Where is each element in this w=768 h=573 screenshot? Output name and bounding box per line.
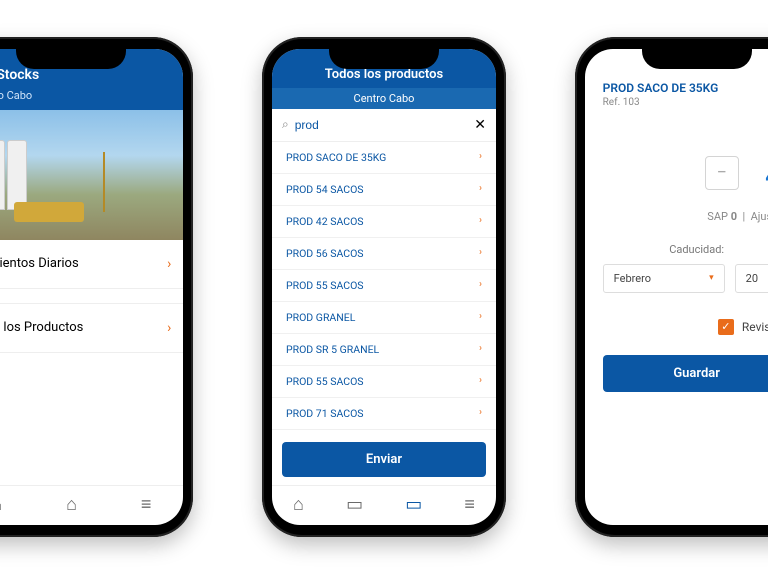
chevron-right-icon: ›: [479, 215, 482, 228]
search-bar: ⌕ ✕: [272, 109, 496, 142]
chevron-right-icon: ›: [479, 183, 482, 196]
clear-icon[interactable]: ✕: [474, 117, 486, 133]
search-icon: ⌕: [282, 117, 289, 132]
year-select[interactable]: 20: [735, 264, 768, 293]
list-item[interactable]: PROD 54 SACOS ›: [272, 174, 496, 206]
chevron-right-icon: ›: [167, 320, 171, 336]
chevron-right-icon: ›: [479, 247, 482, 260]
center-label: Centro Cabo: [272, 88, 496, 109]
list-item[interactable]: PROD GRANEL ›: [272, 302, 496, 334]
calendar-icon[interactable]: ⌂: [0, 494, 2, 515]
calendar-icon[interactable]: ▭: [346, 494, 363, 515]
month-select[interactable]: Febrero▾: [603, 264, 725, 293]
chevron-right-icon: ›: [479, 311, 482, 324]
send-button[interactable]: Enviar: [282, 442, 486, 477]
home-icon[interactable]: ⌂: [293, 494, 304, 515]
chevron-right-icon: ›: [479, 279, 482, 292]
tab-bar: ⌂ ⌂ ≡: [0, 485, 183, 525]
product-name: PROD 55 SACOS: [286, 279, 364, 292]
product-name: PROD SR 5 GRANEL: [286, 343, 379, 356]
list-item[interactable]: PROD 56 SACOS ›: [272, 238, 496, 270]
archive-icon[interactable]: ⌂: [66, 494, 77, 515]
decrement-button[interactable]: −: [705, 156, 739, 190]
hero-image: [0, 110, 183, 240]
product-name: PROD GRANEL: [286, 311, 355, 324]
menu-label: ovimientos Diarios: [0, 256, 79, 271]
chevron-right-icon: ›: [479, 407, 482, 420]
chevron-right-icon: ›: [479, 151, 482, 164]
product-name: PROD SACO DE 35KG: [286, 151, 386, 164]
expiry-label: Caducidad:: [603, 243, 768, 256]
menu-label: odos los Productos: [0, 320, 83, 335]
list-item[interactable]: PROD SR 5 GRANEL ›: [272, 334, 496, 366]
chevron-right-icon: ›: [167, 256, 171, 272]
menu-item-all-products[interactable]: odos los Productos ›: [0, 303, 183, 353]
search-input[interactable]: [295, 118, 469, 132]
product-name: PROD 42 SACOS: [286, 215, 364, 228]
menu-icon[interactable]: ≡: [141, 494, 152, 515]
product-ref: Ref. 103: [603, 97, 768, 108]
product-list: PROD SACO DE 35KG›PROD 54 SACOS›PROD 42 …: [272, 142, 496, 434]
product-name: PROD 55 SACOS: [286, 375, 364, 388]
list-item[interactable]: PROD 71 SACOS ›: [272, 398, 496, 430]
menu-icon[interactable]: ≡: [464, 494, 475, 515]
center-label: Centro Cabo: [0, 89, 183, 110]
list-item[interactable]: PROD 55 SACOS ›: [272, 270, 496, 302]
product-title: PROD SACO DE 35KG: [603, 81, 768, 95]
product-name: PROD 54 SACOS: [286, 183, 364, 196]
sap-adjust-info: SAP 0 | Ajuste 4: [603, 210, 768, 223]
list-item[interactable]: PROD SACO DE 25KG›: [272, 430, 496, 434]
list-item[interactable]: PROD 42 SACOS ›: [272, 206, 496, 238]
product-name: PROD 71 SACOS: [286, 407, 364, 420]
reviewed-label: Revisado: [742, 320, 768, 334]
product-name: PROD 56 SACOS: [286, 247, 364, 260]
chevron-right-icon: ›: [479, 375, 482, 388]
list-item[interactable]: PROD SACO DE 35KG ›: [272, 142, 496, 174]
menu-item-movements[interactable]: ovimientos Diarios ›: [0, 240, 183, 289]
products-icon[interactable]: ▭: [405, 494, 422, 515]
chevron-down-icon: ▾: [709, 273, 714, 283]
save-button[interactable]: Guardar: [603, 355, 768, 392]
list-item[interactable]: PROD 55 SACOS ›: [272, 366, 496, 398]
chevron-right-icon: ›: [479, 343, 482, 356]
tab-bar: ⌂ ▭ ▭ ≡: [272, 485, 496, 525]
reviewed-checkbox[interactable]: ✓: [718, 319, 734, 335]
